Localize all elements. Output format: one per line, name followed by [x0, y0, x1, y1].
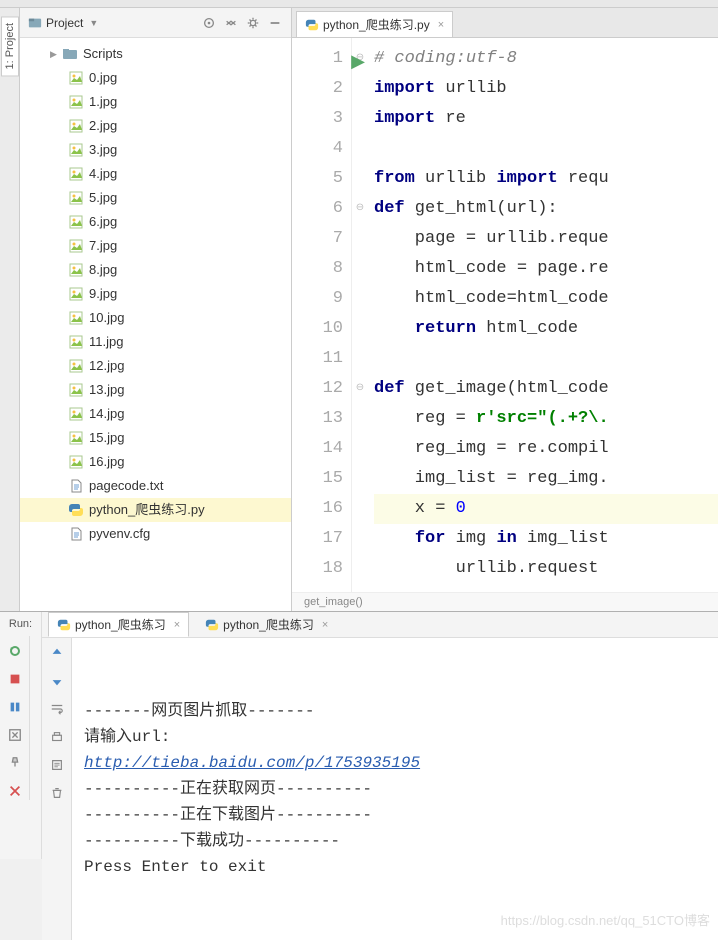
hide-icon[interactable] — [267, 15, 283, 31]
exit-icon[interactable] — [6, 726, 24, 744]
up-arrow-icon[interactable] — [48, 644, 66, 662]
trash-icon[interactable] — [48, 784, 66, 802]
tree-item-4.jpg[interactable]: 4.jpg — [20, 162, 291, 186]
gutter[interactable]: 1▶23456789101112131415161718 — [292, 38, 352, 592]
project-title[interactable]: Project ▼ — [28, 16, 98, 30]
run-gutter-icon[interactable]: ▶ — [351, 48, 365, 78]
tree-item-9.jpg[interactable]: 9.jpg — [20, 282, 291, 306]
rerun-icon[interactable] — [6, 642, 24, 660]
run-tab[interactable]: python_爬虫练习× — [197, 612, 336, 637]
pause-icon[interactable] — [6, 698, 24, 716]
tree-item-5.jpg[interactable]: 5.jpg — [20, 186, 291, 210]
gear-icon[interactable] — [245, 15, 261, 31]
code-content[interactable]: # coding:utf-8import urllibimport refrom… — [368, 38, 718, 592]
breadcrumb[interactable]: get_image() — [292, 592, 718, 611]
tree-item-14.jpg[interactable]: 14.jpg — [20, 402, 291, 426]
main-area: 1: Project Project ▼ ▶ Scripts 0.jpg1.j — [0, 8, 718, 611]
tree-item-13.jpg[interactable]: 13.jpg — [20, 378, 291, 402]
project-title-text: Project — [46, 16, 83, 30]
run-tab[interactable]: python_爬虫练习× — [48, 612, 189, 637]
wrap-icon[interactable] — [48, 700, 66, 718]
tree-item-python_爬虫练习.py[interactable]: python_爬虫练习.py — [20, 498, 291, 522]
pin-icon[interactable] — [6, 754, 24, 772]
run-toolbar-inner — [42, 638, 72, 940]
run-body: python_爬虫练习×python_爬虫练习× -------网页图片抓取--… — [42, 612, 718, 859]
scroll-icon[interactable] — [48, 756, 66, 774]
chevron-down-icon: ▼ — [89, 18, 98, 28]
project-panel: Project ▼ ▶ Scripts 0.jpg1.jpg2.jpg3.jpg… — [20, 8, 292, 611]
code-area[interactable]: 1▶23456789101112131415161718 ⊖⊖⊖ # codin… — [292, 38, 718, 592]
chevron-right-icon: ▶ — [50, 45, 60, 63]
tree-item-3.jpg[interactable]: 3.jpg — [20, 138, 291, 162]
tree-item-0.jpg[interactable]: 0.jpg — [20, 66, 291, 90]
tree-item-2.jpg[interactable]: 2.jpg — [20, 114, 291, 138]
run-content: -------网页图片抓取-------请输入url:http://tieba.… — [42, 638, 718, 940]
tab-label: python_爬虫练习.py — [323, 16, 430, 33]
console[interactable]: -------网页图片抓取-------请输入url:http://tieba.… — [72, 638, 718, 940]
project-header: Project ▼ — [20, 8, 291, 38]
run-panel: Run: python_爬虫练习×python_爬虫练习× -------网 — [0, 611, 718, 859]
close-icon[interactable]: × — [438, 19, 444, 31]
tree-item-11.jpg[interactable]: 11.jpg — [20, 330, 291, 354]
print-icon[interactable] — [48, 728, 66, 746]
top-strip — [0, 0, 718, 8]
down-arrow-icon[interactable] — [48, 672, 66, 690]
sidebar-tab-project[interactable]: 1: Project — [1, 16, 19, 76]
tree-item-pyvenv.cfg[interactable]: pyvenv.cfg — [20, 522, 291, 546]
run-tabs: python_爬虫练习× python_爬虫练习× — [42, 612, 718, 638]
stop-icon[interactable] — [6, 670, 24, 688]
project-header-actions — [201, 15, 283, 31]
tree-item-16.jpg[interactable]: 16.jpg — [20, 450, 291, 474]
run-toolbar-left — [0, 636, 30, 800]
tree-item-1.jpg[interactable]: 1.jpg — [20, 90, 291, 114]
breadcrumb-text: get_image() — [304, 596, 363, 608]
project-icon — [28, 16, 42, 30]
folder-label: Scripts — [83, 45, 123, 63]
tree-item-6.jpg[interactable]: 6.jpg — [20, 210, 291, 234]
tree-item-pagecode.txt[interactable]: pagecode.txt — [20, 474, 291, 498]
tree-item-15.jpg[interactable]: 15.jpg — [20, 426, 291, 450]
tree-item-7.jpg[interactable]: 7.jpg — [20, 234, 291, 258]
editor-area: python_爬虫练习.py × 1▶234567891011121314151… — [292, 8, 718, 611]
tree-item-8.jpg[interactable]: 8.jpg — [20, 258, 291, 282]
tree-item-10.jpg[interactable]: 10.jpg — [20, 306, 291, 330]
editor-tabs: python_爬虫练习.py × — [292, 8, 718, 38]
watermark: https://blog.csdn.net/qq_51CTO博客 — [501, 908, 710, 934]
file-tree[interactable]: ▶ Scripts 0.jpg1.jpg2.jpg3.jpg4.jpg5.jpg… — [20, 38, 291, 611]
tree-item-12.jpg[interactable]: 12.jpg — [20, 354, 291, 378]
left-sidebar: 1: Project — [0, 8, 20, 611]
fold-column[interactable]: ⊖⊖⊖ — [352, 38, 368, 592]
python-icon — [305, 18, 319, 32]
locate-icon[interactable] — [201, 15, 217, 31]
folder-icon — [62, 46, 78, 62]
close-run-icon[interactable] — [6, 782, 24, 800]
collapse-icon[interactable] — [223, 15, 239, 31]
editor-tab[interactable]: python_爬虫练习.py × — [296, 11, 453, 37]
tree-folder-scripts[interactable]: ▶ Scripts — [20, 42, 291, 66]
sidebar-tab-label: 1: Project — [4, 23, 16, 69]
console-link[interactable]: http://tieba.baidu.com/p/1753935195 — [84, 754, 420, 772]
run-label: Run: — [0, 612, 41, 636]
run-label-column: Run: — [0, 612, 42, 859]
